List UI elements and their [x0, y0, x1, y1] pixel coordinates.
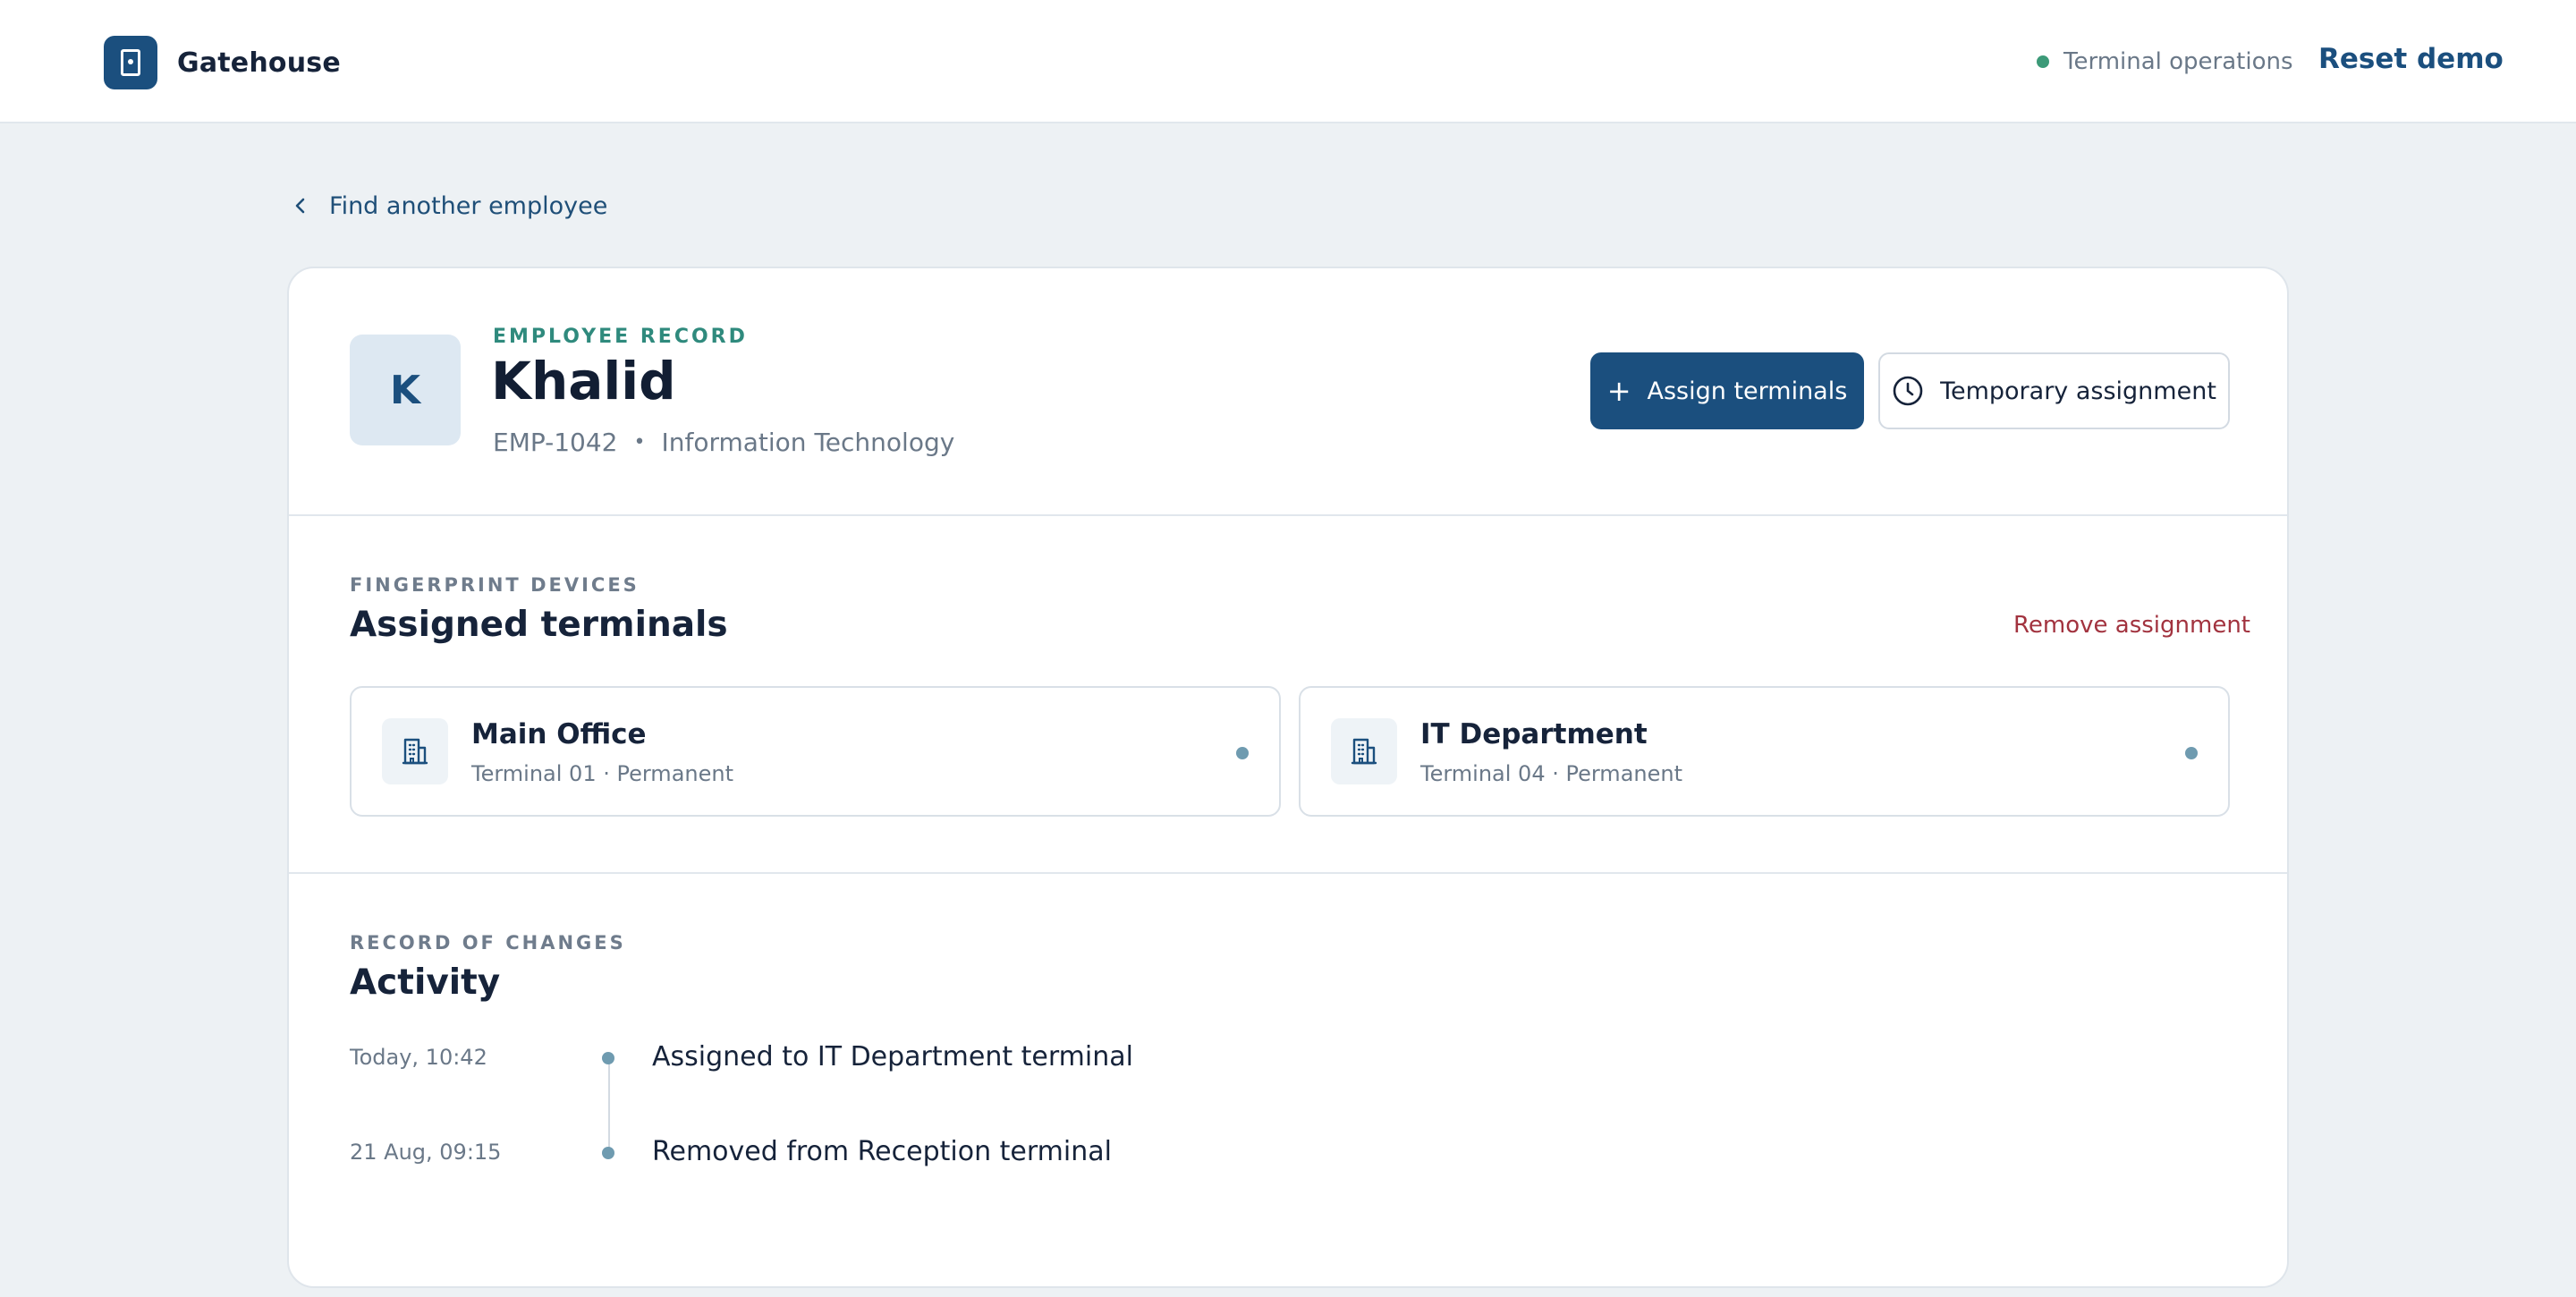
building-icon — [382, 718, 448, 784]
employee-card: K EMPLOYEE RECORD Khalid EMP-1042 • Info… — [287, 267, 2289, 1288]
terminal-meta: Terminal 01 · Permanent — [471, 761, 733, 786]
terminal-status: Terminal operations — [2037, 47, 2293, 77]
timeline-dot — [602, 1052, 614, 1064]
app-name: Gatehouse — [177, 47, 341, 79]
activity-eyebrow: RECORD OF CHANGES — [350, 932, 626, 954]
timeline-dot — [602, 1147, 614, 1159]
plus-icon: + — [1606, 374, 1631, 408]
avatar-initial: K — [389, 367, 421, 413]
terminal-name: Main Office — [471, 718, 647, 750]
employee-department: Information Technology — [661, 428, 955, 457]
employee-meta: EMP-1042 • Information Technology — [493, 428, 954, 457]
activity-text: Assigned to IT Department terminal — [652, 1041, 1133, 1072]
temporary-assignment-label: Temporary assignment — [1940, 377, 2216, 405]
activity-time: 21 Aug, 09:15 — [350, 1140, 502, 1165]
terminal-name: IT Department — [1420, 718, 1648, 750]
avatar: K — [350, 335, 461, 445]
clock-icon — [1893, 376, 1923, 406]
employee-name: Khalid — [491, 351, 676, 411]
terminal-card-main-office[interactable]: Main Office Terminal 01 · Permanent — [350, 686, 1281, 817]
door-icon — [104, 36, 157, 89]
chevron-left-icon — [295, 198, 305, 214]
divider — [289, 514, 2287, 516]
terminal-meta: Terminal 04 · Permanent — [1420, 761, 1682, 786]
temporary-assignment-button[interactable]: Temporary assignment — [1878, 352, 2230, 429]
employee-eyebrow: EMPLOYEE RECORD — [493, 326, 748, 348]
status-text: Terminal operations — [2063, 48, 2293, 75]
activity-entry: 21 Aug, 09:15 Removed from Reception ter… — [350, 1136, 1691, 1172]
divider — [289, 872, 2287, 874]
terminal-status-dot — [2185, 747, 2198, 759]
terminals-eyebrow: FINGERPRINT DEVICES — [350, 574, 640, 596]
terminal-status-dot — [1236, 747, 1249, 759]
activity-title: Activity — [350, 962, 501, 1003]
top-bar: Gatehouse Terminal operations Reset demo — [0, 0, 2576, 123]
building-icon — [1331, 718, 1397, 784]
meta-separator: • — [633, 431, 646, 454]
brand[interactable]: Gatehouse — [104, 36, 341, 89]
reset-demo-button[interactable]: Reset demo — [2318, 43, 2504, 75]
assign-terminals-button[interactable]: + Assign terminals — [1590, 352, 1864, 429]
back-link[interactable]: Find another employee — [292, 188, 607, 224]
terminal-card-it-department[interactable]: IT Department Terminal 04 · Permanent — [1299, 686, 2230, 817]
terminals-title: Assigned terminals — [350, 605, 728, 645]
activity-entry: Today, 10:42 Assigned to IT Department t… — [350, 1041, 1691, 1077]
back-link-label: Find another employee — [329, 191, 608, 220]
employee-id: EMP-1042 — [493, 428, 618, 457]
status-dot-icon — [2037, 55, 2049, 68]
assign-terminals-label: Assign terminals — [1647, 377, 1848, 405]
activity-text: Removed from Reception terminal — [652, 1136, 1112, 1167]
activity-time: Today, 10:42 — [350, 1045, 487, 1070]
remove-assignment-button[interactable]: Remove assignment — [2013, 612, 2250, 639]
